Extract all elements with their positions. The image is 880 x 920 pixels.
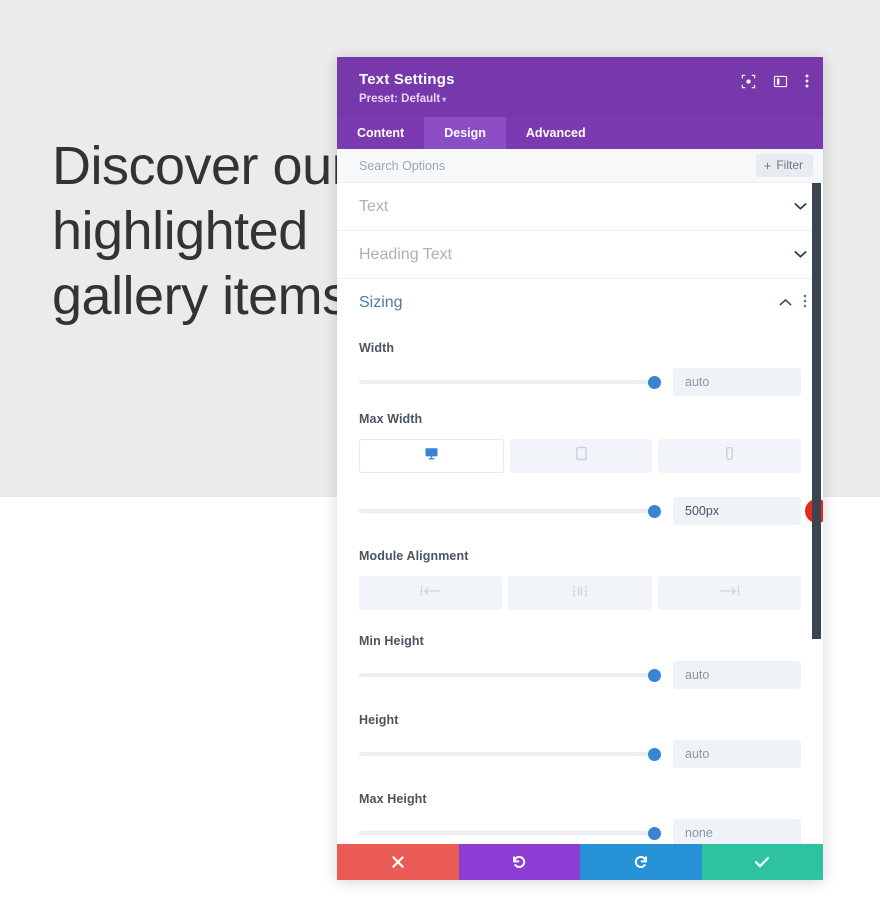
hero-heading: Discover our highlighted gallery items [52, 136, 350, 326]
preset-label: Preset: Default [359, 93, 441, 105]
field-module-alignment: Module Alignment [359, 531, 801, 616]
modal-header: Text Settings Preset: Default ▾ [337, 57, 823, 117]
section-text[interactable]: Text [337, 183, 823, 231]
min-height-value-field[interactable]: auto [673, 661, 801, 689]
redo-button[interactable] [580, 844, 702, 880]
max-height-control-row: none [359, 819, 801, 844]
tab-advanced[interactable]: Advanced [506, 117, 606, 149]
align-right-button[interactable] [657, 576, 801, 610]
max-width-slider-thumb[interactable] [648, 505, 661, 518]
section-text-label: Text [359, 197, 389, 215]
field-max-width: Max Width 500px [359, 402, 823, 531]
field-height: Height auto [359, 695, 801, 774]
save-button[interactable] [701, 844, 823, 880]
section-sizing-icons [779, 294, 807, 313]
chevron-down-icon[interactable] [794, 198, 807, 216]
tab-design[interactable]: Design [424, 117, 506, 149]
page-root: Discover our highlighted gallery items T… [0, 0, 880, 920]
modal-body: Text Heading Text Sizing Width auto Max … [337, 183, 823, 844]
height-label: Height [359, 713, 399, 727]
width-slider-thumb[interactable] [648, 376, 661, 389]
width-slider[interactable] [359, 374, 661, 390]
device-tab-phone[interactable] [658, 439, 802, 473]
preset-selector[interactable]: Preset: Default ▾ [359, 93, 805, 105]
field-max-height: Max Height none [359, 774, 801, 844]
modal-title: Text Settings [359, 71, 455, 88]
max-height-slider-track [359, 831, 661, 835]
width-label: Width [359, 341, 395, 355]
max-width-device-tabs [359, 439, 802, 473]
max-height-slider[interactable] [359, 825, 661, 841]
module-alignment-options [359, 576, 801, 610]
search-input[interactable] [359, 158, 756, 173]
sizing-panel: Width auto Max Width 500px Module Alignm… [337, 327, 823, 844]
min-height-slider[interactable] [359, 667, 661, 683]
align-right-icon [718, 584, 740, 602]
modal-footer [337, 844, 823, 880]
max-height-value-field[interactable]: none [673, 819, 801, 844]
tab-content[interactable]: Content [337, 117, 424, 149]
undo-button[interactable] [458, 844, 580, 880]
module-alignment-label: Module Alignment [359, 549, 469, 563]
width-slider-track [359, 380, 661, 384]
align-left-button[interactable] [359, 576, 503, 610]
height-slider[interactable] [359, 746, 661, 762]
text-settings-modal: Text Settings Preset: Default ▾ Content … [337, 57, 823, 880]
layout-panel-icon[interactable] [773, 74, 788, 89]
options-scroll-area: Text Heading Text Sizing Width auto Max … [337, 183, 823, 844]
section-sizing-label: Sizing [359, 294, 403, 311]
min-height-slider-track [359, 673, 661, 677]
width-control-row: auto [359, 368, 801, 396]
section-heading-text[interactable]: Heading Text [337, 231, 823, 279]
max-width-label: Max Width [359, 412, 423, 426]
max-height-slider-thumb[interactable] [648, 827, 661, 840]
modal-tabs: Content Design Advanced [337, 117, 823, 149]
section-text-icons [794, 198, 807, 216]
height-slider-track [359, 752, 661, 756]
max-width-slider-track [359, 509, 661, 513]
section-heading-text-icons [794, 246, 807, 264]
height-value-field[interactable]: auto [673, 740, 801, 768]
phone-icon [725, 446, 734, 466]
device-tab-tablet[interactable] [509, 439, 653, 473]
focus-icon[interactable] [741, 74, 756, 89]
modal-header-actions [741, 73, 809, 89]
chevron-down-icon: ▾ [442, 95, 447, 104]
min-height-slider-thumb[interactable] [648, 669, 661, 682]
max-width-value-field[interactable]: 500px [673, 497, 801, 525]
cancel-button[interactable] [337, 844, 459, 880]
plus-icon: + [763, 157, 772, 173]
chevron-down-icon[interactable] [794, 246, 807, 264]
vertical-scrollbar[interactable] [812, 183, 821, 639]
more-vertical-icon[interactable] [805, 73, 809, 89]
filter-label: Filter [776, 158, 803, 172]
desktop-icon [424, 446, 439, 466]
min-height-label: Min Height [359, 634, 424, 648]
device-tab-desktop[interactable] [359, 439, 504, 473]
min-height-control-row: auto [359, 661, 801, 689]
section-heading-text-label: Heading Text [359, 245, 453, 263]
height-control-row: auto [359, 740, 801, 768]
field-width: Width auto [359, 331, 801, 402]
align-left-icon [420, 584, 442, 602]
field-min-height: Min Height auto [359, 616, 801, 695]
search-bar: + Filter [337, 149, 823, 183]
height-slider-thumb[interactable] [648, 748, 661, 761]
section-sizing[interactable]: Sizing [337, 279, 823, 327]
chevron-up-icon[interactable] [779, 294, 792, 312]
tablet-icon [575, 446, 588, 466]
max-width-control-row: 500px 1 [359, 497, 823, 525]
max-width-slider[interactable] [359, 503, 661, 519]
more-vertical-icon[interactable] [803, 294, 807, 313]
width-value-field[interactable]: auto [673, 368, 801, 396]
align-center-icon [570, 584, 590, 602]
align-center-button[interactable] [508, 576, 652, 610]
filter-button[interactable]: + Filter [755, 154, 813, 177]
max-height-label: Max Height [359, 792, 427, 806]
